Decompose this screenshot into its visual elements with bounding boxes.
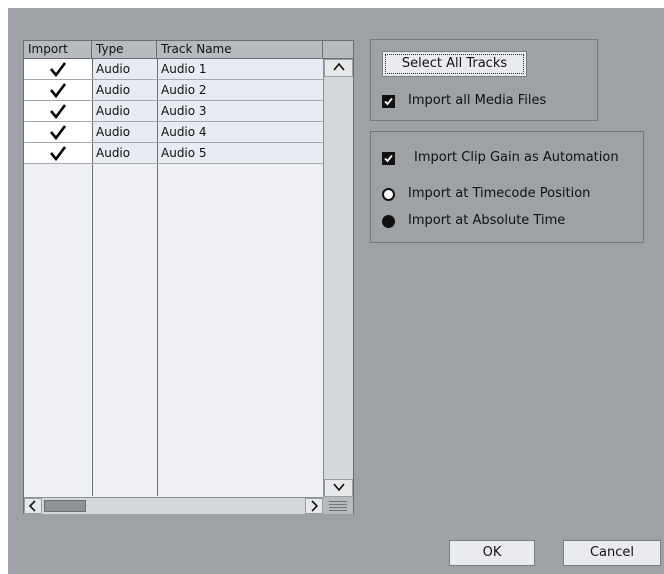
chevron-up-icon	[332, 62, 345, 71]
check-icon	[50, 61, 67, 77]
import-media-label: Import all Media Files	[408, 93, 547, 108]
scroll-down-button[interactable]	[324, 479, 353, 497]
check-icon	[50, 82, 67, 98]
ok-button[interactable]: OK	[449, 540, 535, 566]
absolute-time-label: Import at Absolute Time	[408, 213, 566, 228]
table-row[interactable]: Audio Audio 1	[24, 59, 323, 80]
import-checkbox[interactable]	[24, 80, 92, 100]
track-name: Audio 2	[157, 80, 323, 100]
scroll-thumb[interactable]	[44, 500, 86, 512]
table-row[interactable]: Audio Audio 3	[24, 101, 323, 122]
track-table: Import Type Track Name Audio Audio 1 Aud…	[23, 40, 354, 514]
header-type[interactable]: Type	[92, 41, 157, 58]
track-name: Audio 5	[157, 143, 323, 163]
absolute-time-radio[interactable]	[382, 215, 395, 228]
clip-gain-option[interactable]: Import Clip Gain as Automation	[382, 149, 640, 167]
import-media-option[interactable]: Import all Media Files	[382, 92, 592, 110]
import-tracks-dialog: Import Type Track Name Audio Audio 1 Aud…	[8, 8, 664, 574]
check-icon	[50, 145, 67, 161]
column-resize-grip[interactable]	[323, 497, 353, 514]
chevron-left-icon	[28, 500, 36, 512]
table-row[interactable]: Audio Audio 2	[24, 80, 323, 101]
absolute-time-option[interactable]: Import at Absolute Time	[382, 212, 622, 230]
vertical-scrollbar[interactable]	[323, 59, 353, 497]
table-row[interactable]: Audio Audio 4	[24, 122, 323, 143]
clip-gain-label: Import Clip Gain as Automation	[414, 150, 619, 165]
table-header: Import Type Track Name	[24, 41, 353, 59]
import-checkbox[interactable]	[24, 101, 92, 121]
track-type: Audio	[92, 101, 157, 121]
track-type: Audio	[92, 59, 157, 79]
select-all-tracks-button[interactable]: Select All Tracks	[382, 51, 527, 77]
scroll-right-button[interactable]	[305, 498, 323, 514]
scroll-up-button[interactable]	[324, 59, 353, 77]
clip-gain-checkbox[interactable]	[382, 152, 395, 165]
chevron-down-icon	[332, 483, 345, 492]
header-track-name[interactable]: Track Name	[157, 41, 323, 58]
check-icon	[50, 103, 67, 119]
cancel-button[interactable]: Cancel	[563, 540, 661, 566]
track-type: Audio	[92, 122, 157, 142]
track-type: Audio	[92, 143, 157, 163]
table-row[interactable]: Audio Audio 5	[24, 143, 323, 164]
focus-rect	[385, 54, 524, 74]
import-checkbox[interactable]	[24, 143, 92, 163]
track-name: Audio 1	[157, 59, 323, 79]
scroll-left-button[interactable]	[24, 498, 42, 514]
track-selection-group: Select All Tracks Import all Media Files	[370, 39, 598, 121]
horizontal-scrollbar[interactable]	[24, 497, 323, 514]
track-rows: Audio Audio 1 Audio Audio 2 Audio Audio …	[24, 59, 323, 164]
check-icon	[50, 124, 67, 140]
track-type: Audio	[92, 80, 157, 100]
chevron-right-icon	[311, 500, 319, 512]
timecode-position-option[interactable]: Import at Timecode Position	[382, 185, 622, 203]
header-import[interactable]: Import	[24, 41, 92, 58]
timecode-label: Import at Timecode Position	[408, 186, 591, 201]
timecode-radio[interactable]	[382, 188, 395, 201]
import-media-checkbox[interactable]	[382, 95, 395, 108]
track-name: Audio 4	[157, 122, 323, 142]
import-checkbox[interactable]	[24, 122, 92, 142]
track-name: Audio 3	[157, 101, 323, 121]
import-checkbox[interactable]	[24, 59, 92, 79]
import-options-group: Import Clip Gain as Automation Import at…	[370, 131, 644, 243]
